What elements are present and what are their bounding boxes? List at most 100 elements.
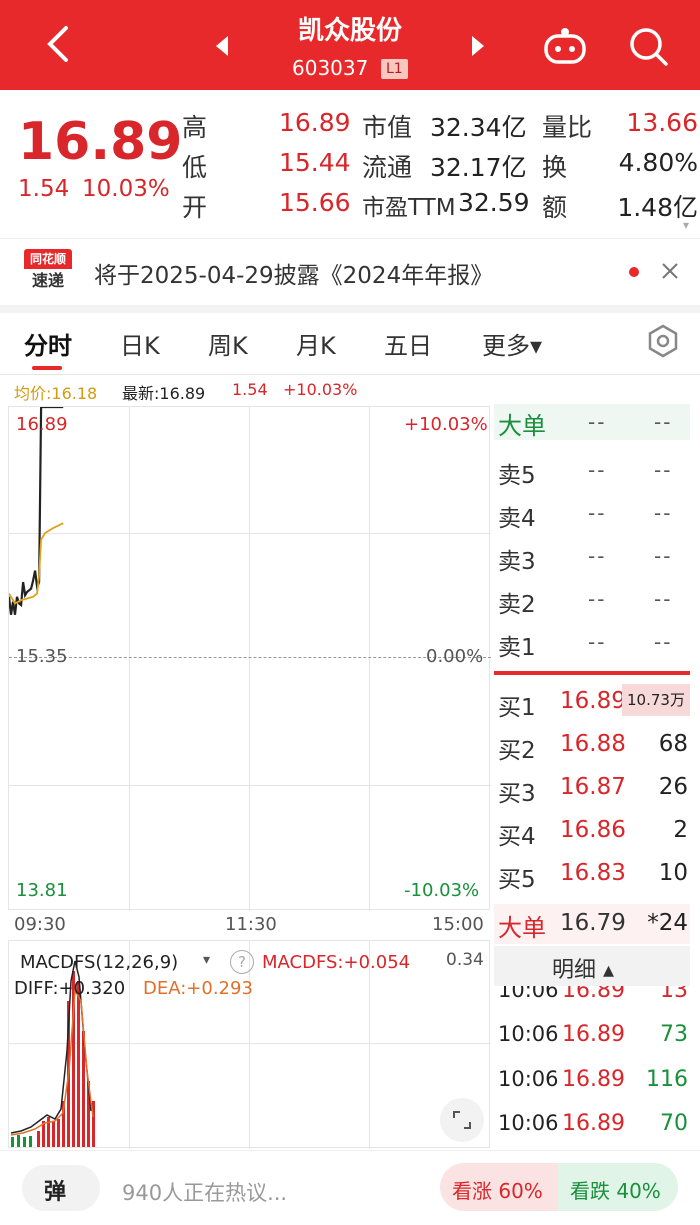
price-chart-svg: [9, 407, 64, 615]
macd-dea: DEA:+0.293: [143, 978, 253, 999]
time-start: 09:30: [14, 914, 66, 935]
big-trade-price: 16.79: [560, 910, 626, 936]
settings-icon[interactable]: [646, 324, 680, 362]
latest-pct-info: +10.03%: [283, 380, 358, 399]
bullish-label: 看涨 60%: [452, 1179, 543, 1203]
low-label: 低: [182, 153, 208, 182]
tab-monthly-k[interactable]: 月K: [296, 326, 336, 361]
tick-price: 16.89: [562, 1067, 625, 1092]
level-badge: L1: [381, 59, 408, 79]
bearish-button[interactable]: 看跌 40%: [558, 1163, 678, 1211]
big-trade-vol: *24: [647, 910, 688, 936]
tick-time: 10:06: [498, 1111, 559, 1135]
big-order-label: 大单: [498, 412, 546, 440]
close-icon[interactable]: [660, 261, 680, 285]
bid-5-price: 16.83: [560, 860, 626, 886]
next-stock-icon[interactable]: [468, 34, 488, 62]
bullish-button[interactable]: 看涨 60%: [440, 1163, 558, 1211]
tick-time: 10:06: [498, 986, 559, 1002]
bid-5-label: 买5: [498, 867, 536, 893]
ask-2-label: 卖2: [498, 592, 536, 618]
tick-vol: 70: [660, 1111, 688, 1136]
detail-tab-label: 明细 ▴: [552, 958, 615, 983]
tick-time: 10:06: [498, 1067, 559, 1091]
tab-active-indicator: [32, 366, 62, 370]
badge-bottom: 速递: [31, 271, 64, 290]
turnover-label: 换: [542, 153, 568, 182]
time-mid: 11:30: [225, 914, 277, 935]
badge-top: 同花顺: [24, 249, 72, 269]
bid-4-price: 16.86: [560, 817, 626, 843]
stock-name: 凯众股份: [297, 16, 402, 46]
stock-code: 603037: [292, 56, 369, 80]
vol-ratio-label: 量比: [542, 113, 593, 142]
bid-2-price: 16.88: [560, 731, 626, 757]
fullscreen-icon[interactable]: [440, 1098, 484, 1142]
open-value: 15.66: [279, 188, 351, 217]
float-label: 流通: [362, 153, 413, 182]
tick-list[interactable]: 10:06 16.89 13 10:06 16.89 73 10:06 16.8…: [494, 986, 700, 1148]
bid-3-price: 16.87: [560, 774, 626, 800]
current-price: 16.89: [18, 112, 183, 172]
tab-more[interactable]: 更多▾: [482, 326, 542, 361]
macd-dropdown-icon[interactable]: ▾: [203, 952, 210, 968]
ask-1-vol: --: [654, 630, 673, 654]
tick-vol: 116: [646, 1067, 688, 1092]
ask-5-label: 卖5: [498, 463, 536, 489]
ask-4-label: 卖4: [498, 506, 536, 532]
spread-divider: [494, 671, 690, 675]
bearish-label: 看跌 40%: [570, 1179, 661, 1203]
ask-2-vol: --: [654, 587, 673, 611]
vol-ratio-value: 13.66: [626, 108, 698, 137]
tick-time: 10:06: [498, 1022, 559, 1046]
bid-1-price: 16.89: [560, 688, 626, 714]
big-order-price: --: [588, 410, 607, 434]
ask-5-vol: --: [654, 458, 673, 482]
avg-price-line: [9, 522, 64, 605]
high-label: 高: [182, 113, 208, 142]
danmu-button[interactable]: 弹: [22, 1165, 100, 1211]
ask-1-price: --: [588, 630, 607, 654]
news-badge: 同花顺 速递: [24, 249, 72, 295]
ask-2-price: --: [588, 587, 607, 611]
low-value: 15.44: [279, 148, 351, 177]
robot-assistant-icon[interactable]: [542, 26, 588, 70]
mktcap-value: 32.34亿: [430, 113, 527, 142]
chart-mid-price: 15.35: [16, 646, 68, 667]
tick-price: 16.89: [562, 1111, 625, 1136]
chevron-down-icon[interactable]: ▾: [683, 218, 689, 232]
announcement-bar[interactable]: 同花顺 速递 将于2025-04-29披露《2024年年报》: [0, 238, 700, 313]
tick-vol: 73: [660, 1022, 688, 1047]
chart-top-pct: +10.03%: [404, 414, 488, 435]
macd-name[interactable]: MACDFS(12,26,9): [20, 952, 178, 973]
intraday-chart[interactable]: [8, 406, 491, 911]
discussion-input[interactable]: 940人正在热议...: [122, 1177, 287, 1207]
amount-label: 额: [542, 193, 568, 222]
big-trade-label: 大单: [498, 914, 546, 942]
pe-label: 市盈TTM: [362, 195, 456, 221]
mktcap-label: 市值: [362, 113, 413, 142]
chart-bottom-price: 13.81: [16, 880, 68, 901]
price-change: 1.54: [18, 176, 70, 202]
latest-price-info: 最新:16.89: [122, 384, 206, 403]
bid-4-vol: 2: [673, 817, 688, 843]
tab-weekly-k[interactable]: 周K: [208, 326, 248, 361]
chart-mid-pct: 0.00%: [426, 646, 484, 667]
tab-five-day[interactable]: 五日: [384, 326, 432, 361]
big-order-vol: --: [654, 410, 673, 434]
macd-value: MACDFS:+0.054: [262, 952, 411, 973]
tab-intraday[interactable]: 分时: [24, 326, 72, 361]
pe-value: 32.59: [458, 188, 530, 217]
help-icon[interactable]: ?: [230, 950, 254, 974]
open-label: 开: [182, 193, 208, 222]
chart-bottom-pct: -10.03%: [404, 880, 480, 901]
search-icon[interactable]: [628, 26, 670, 72]
bid-3-label: 买3: [498, 781, 536, 807]
ask-3-price: --: [588, 544, 607, 568]
ask-3-label: 卖3: [498, 549, 536, 575]
bid-3-vol: 26: [658, 774, 688, 800]
ask-4-price: --: [588, 501, 607, 525]
tab-daily-k[interactable]: 日K: [120, 326, 160, 361]
footer-bar: 弹 940人正在热议... 看涨 60% 看跌 40%: [0, 1150, 700, 1225]
turnover-value: 4.80%: [618, 148, 698, 177]
